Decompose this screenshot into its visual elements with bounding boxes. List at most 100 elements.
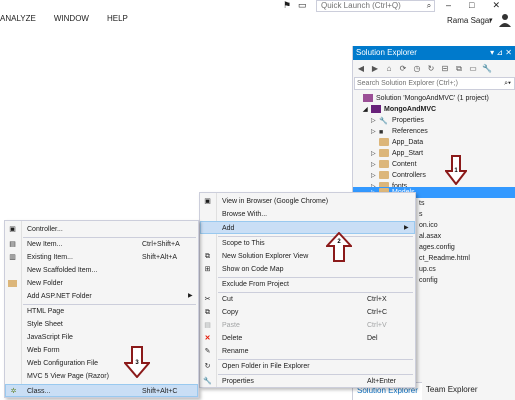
menu-item-label: New Item... bbox=[27, 241, 63, 248]
tab-team-explorer[interactable]: Team Explorer bbox=[422, 382, 482, 400]
menu-item-label: Style Sheet bbox=[27, 321, 63, 328]
menu-item-existing-item[interactable]: ▥ Existing Item... Shift+Alt+A bbox=[5, 251, 198, 264]
menu-item-label: Existing Item... bbox=[27, 254, 73, 261]
menu-item-new-item[interactable]: ▤ New Item... Ctrl+Shift+A bbox=[5, 238, 198, 251]
tree-item-folder[interactable]: ts bbox=[419, 198, 424, 209]
menu-item-paste: ▤ Paste Ctrl+V bbox=[200, 319, 415, 332]
tree-item-file[interactable]: ages.config bbox=[419, 242, 455, 253]
menu-item-open-folder[interactable]: ↻ Open Folder in File Explorer bbox=[200, 360, 415, 373]
menu-item-copy[interactable]: ⧉ Copy Ctrl+C bbox=[200, 306, 415, 319]
home-icon[interactable]: ⌂ bbox=[384, 64, 394, 73]
back-icon[interactable]: ◀ bbox=[356, 64, 366, 73]
controller-icon: ▣ bbox=[9, 226, 16, 233]
menu-item-controller[interactable]: ▣ Controller... bbox=[5, 223, 198, 236]
search-icon[interactable]: ⌕ bbox=[423, 0, 435, 12]
menu-item-add[interactable]: Add ▶ bbox=[200, 221, 415, 234]
solution-icon bbox=[363, 94, 373, 103]
tree-item-folder[interactable]: s bbox=[419, 209, 423, 220]
tree-item-folder[interactable]: ▷ Controllers bbox=[371, 170, 426, 181]
tree-item-file[interactable]: on.ico bbox=[419, 220, 438, 231]
menu-item-javascript-file[interactable]: JavaScript File bbox=[5, 331, 198, 344]
menu-item-label: New Folder bbox=[27, 280, 63, 287]
tree-item-label: ages.config bbox=[419, 244, 455, 251]
menu-item-new-folder[interactable]: New Folder bbox=[5, 277, 198, 290]
tree-item-properties[interactable]: ▷ 🔧 Properties bbox=[371, 115, 424, 126]
tree-item-file[interactable]: ct_Readme.html bbox=[419, 253, 470, 264]
menu-item-style-sheet[interactable]: Style Sheet bbox=[5, 318, 198, 331]
menu-help[interactable]: HELP bbox=[107, 14, 135, 28]
menu-item-label: View in Browser (Google Chrome) bbox=[222, 198, 329, 205]
chevron-right-icon: ▶ bbox=[404, 225, 409, 231]
menu-item-view-in-browser[interactable]: ▣ View in Browser (Google Chrome) bbox=[200, 195, 415, 208]
menu-window[interactable]: WINDOW bbox=[54, 14, 96, 28]
new-item-icon: ▤ bbox=[9, 241, 16, 248]
chevron-down-icon[interactable]: ▾ bbox=[489, 16, 493, 24]
expand-icon[interactable]: ◢ bbox=[363, 105, 371, 116]
forward-icon[interactable]: ▶ bbox=[370, 64, 380, 73]
history-icon[interactable]: ◷ bbox=[412, 64, 422, 73]
menu-item-cut[interactable]: ✂ Cut Ctrl+X bbox=[200, 293, 415, 306]
pin-icon[interactable]: ▾ ⊿ ✕ bbox=[490, 46, 512, 60]
cut-icon: ✂ bbox=[204, 296, 211, 303]
search-icon[interactable]: ⌕▾ bbox=[504, 78, 511, 89]
tree-item-file[interactable]: al.asax bbox=[419, 231, 441, 242]
tree-item-label: ct_Readme.html bbox=[419, 255, 470, 262]
tree-item-label: Controllers bbox=[392, 172, 426, 179]
menu-item-add-aspnet-folder[interactable]: Add ASP.NET Folder ▶ bbox=[5, 290, 198, 303]
expand-icon[interactable]: ▷ bbox=[371, 127, 379, 138]
menu-item-exclude-from-project[interactable]: Exclude From Project bbox=[200, 278, 415, 291]
menu-item-html-page[interactable]: HTML Page bbox=[5, 305, 198, 318]
preview-icon[interactable]: ▭ bbox=[468, 64, 478, 73]
tree-item-folder[interactable]: App_Data bbox=[379, 137, 423, 148]
add-submenu: ▣ Controller... ▤ New Item... Ctrl+Shift… bbox=[4, 220, 199, 398]
menu-item-web-form[interactable]: Web Form bbox=[5, 344, 198, 357]
tree-item-solution[interactable]: Solution 'MongoAndMVC' (1 project) bbox=[363, 93, 489, 104]
menu-item-show-on-code-map[interactable]: ⊞ Show on Code Map bbox=[200, 263, 415, 276]
tree-item-references[interactable]: ▷ ■ References bbox=[371, 126, 428, 137]
minimize-icon[interactable]: – bbox=[446, 0, 451, 11]
user-name[interactable]: Rama Sagar bbox=[447, 16, 492, 25]
menu-item-label: Copy bbox=[222, 309, 239, 316]
menu-item-label: Exclude From Project bbox=[222, 281, 289, 288]
feedback-chat-icon[interactable]: ▭ bbox=[298, 0, 307, 11]
menu-item-browse-with[interactable]: Browse With... bbox=[200, 208, 415, 221]
menu-item-shortcut: Shift+Alt+A bbox=[142, 254, 178, 261]
tree-item-file[interactable]: config bbox=[419, 275, 438, 286]
sync-icon[interactable]: ⟳ bbox=[398, 64, 408, 73]
tree-item-project[interactable]: ◢ MongoAndMVC bbox=[363, 104, 436, 115]
tree-item-file[interactable]: up.cs bbox=[419, 264, 436, 275]
menu-analyze[interactable]: ANALYZE bbox=[0, 14, 43, 28]
new-view-icon: ⧉ bbox=[205, 253, 210, 260]
tree-item-folder[interactable]: ▷ Content bbox=[371, 159, 417, 170]
refresh-icon[interactable]: ↻ bbox=[426, 64, 436, 73]
tree-item-folder[interactable]: ▷ App_Start bbox=[371, 148, 423, 159]
menu-item-label: HTML Page bbox=[27, 308, 65, 315]
menu-item-label: Open Folder in File Explorer bbox=[222, 363, 310, 370]
menu-item-new-scaffolded-item[interactable]: New Scaffolded Item... bbox=[5, 264, 198, 277]
feedback-flag-icon[interactable]: ⚑ bbox=[283, 0, 291, 11]
maximize-icon[interactable]: □ bbox=[469, 0, 474, 11]
menu-item-rename[interactable]: ✎ Rename bbox=[200, 345, 415, 358]
folder-icon bbox=[379, 171, 389, 180]
menu-item-shortcut: Ctrl+X bbox=[367, 296, 387, 303]
menu-item-class[interactable]: ✲ Class... Shift+Alt+C bbox=[5, 384, 198, 397]
avatar[interactable] bbox=[498, 13, 512, 27]
class-icon: ✲ bbox=[10, 388, 17, 395]
menu-item-new-solution-explorer-view[interactable]: ⧉ New Solution Explorer View bbox=[200, 250, 415, 263]
menu-item-mvc5-view-page[interactable]: MVC 5 View Page (Razor) bbox=[5, 370, 198, 383]
menu-item-shortcut: Del bbox=[367, 335, 378, 342]
quick-launch-input[interactable]: Quick Launch (Ctrl+Q) bbox=[316, 0, 435, 12]
menu-item-scope-to-this[interactable]: Scope to This bbox=[200, 237, 415, 250]
close-icon[interactable]: ✕ bbox=[492, 0, 500, 11]
wrench-icon[interactable]: 🔧 bbox=[482, 64, 492, 73]
tree-item-label: al.asax bbox=[419, 233, 442, 240]
show-all-files-icon[interactable]: ⧉ bbox=[454, 64, 464, 74]
new-folder-icon bbox=[8, 279, 17, 288]
tree-item-label: Properties bbox=[392, 117, 424, 124]
collapse-all-icon[interactable]: ⊟ bbox=[440, 64, 450, 73]
menu-item-web-configuration-file[interactable]: Web Configuration File bbox=[5, 357, 198, 370]
menu-item-properties[interactable]: 🔧 Properties Alt+Enter bbox=[200, 375, 415, 388]
solution-search-input[interactable]: Search Solution Explorer (Ctrl+;) ⌕▾ bbox=[354, 77, 515, 90]
menu-item-delete[interactable]: ✕ Delete Del bbox=[200, 332, 415, 345]
menu-item-label: Add ASP.NET Folder bbox=[27, 293, 92, 300]
